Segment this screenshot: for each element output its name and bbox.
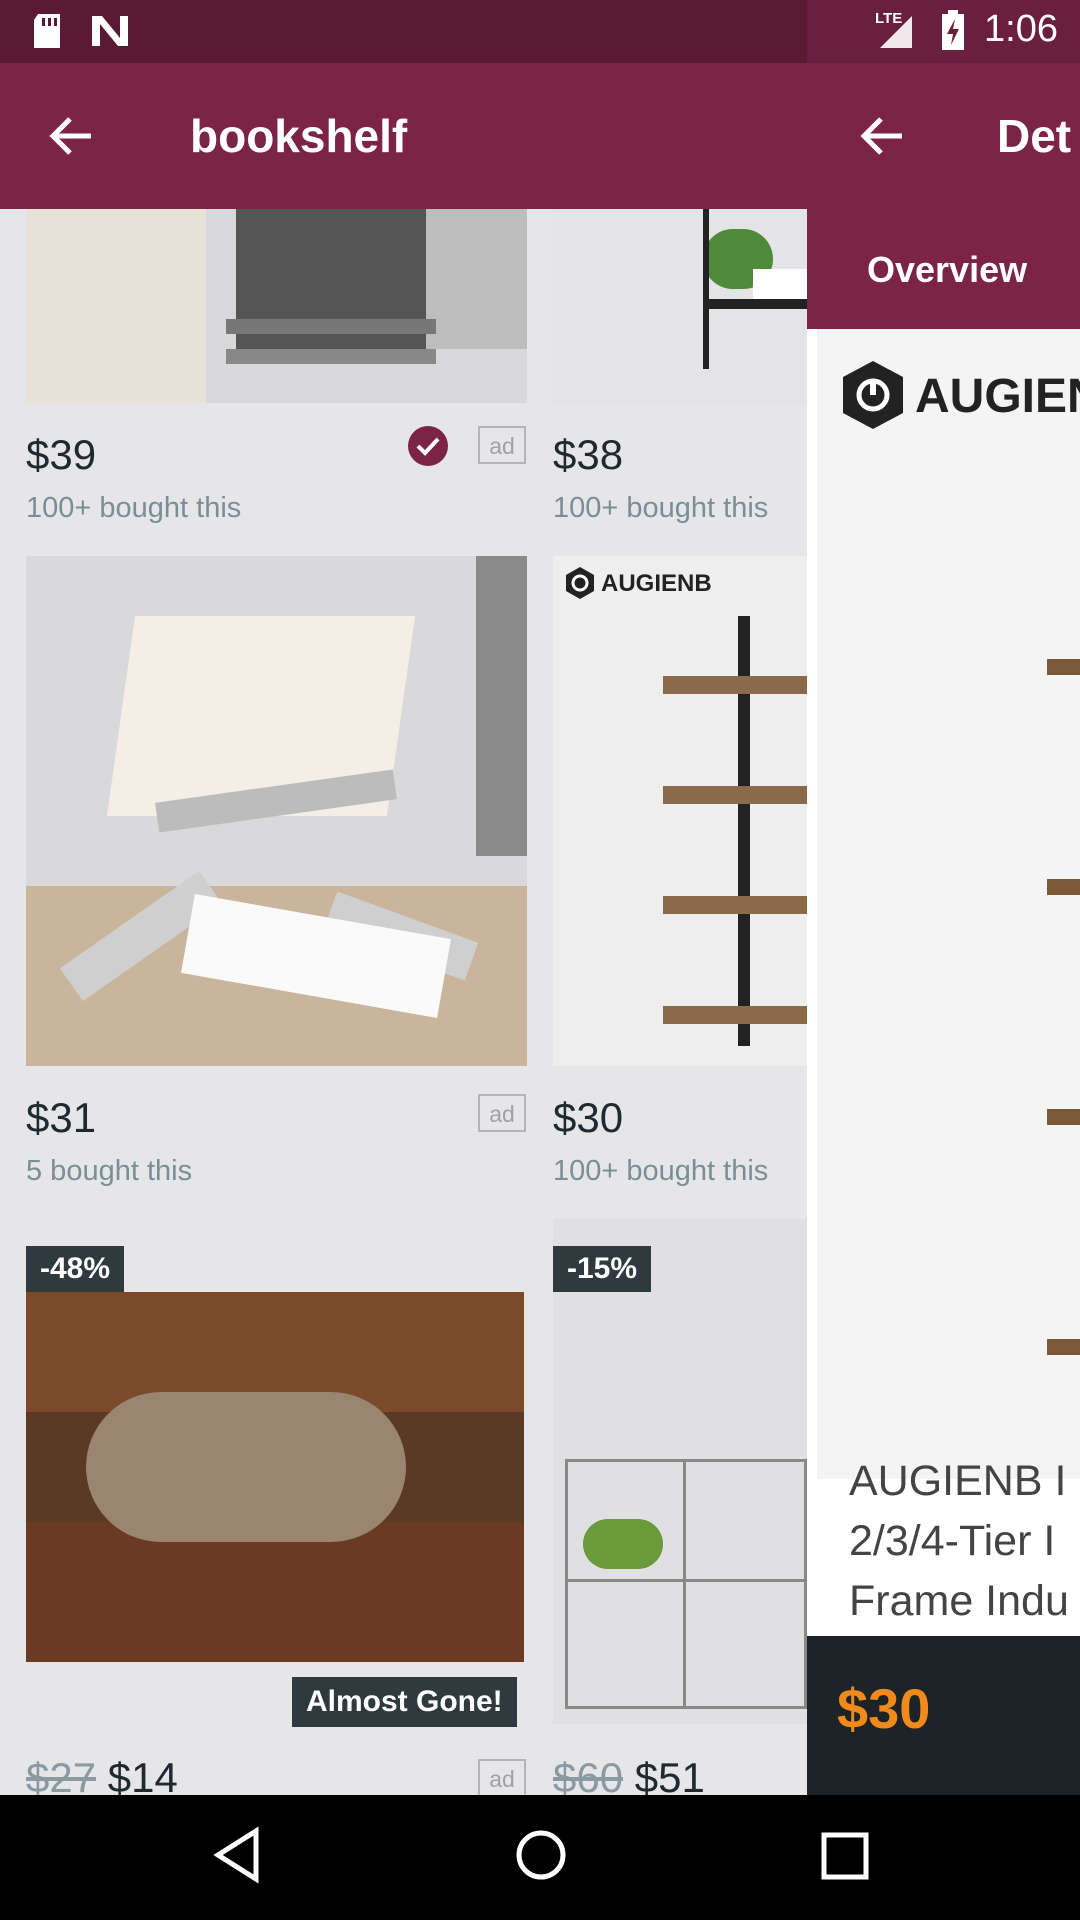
verified-badge-icon [408,426,448,466]
product-price: $39 [26,431,97,478]
detail-title: Det [997,110,1072,162]
product-price: $31 [26,1094,97,1141]
description-line-1: AUGIENB I [849,1457,1067,1505]
ad-tag: ad [478,1094,526,1132]
description-line-2: 2/3/4-Tier I [849,1517,1056,1565]
product-image[interactable] [26,209,527,403]
product-image[interactable] [553,1219,807,1724]
brand-logo-icon [843,361,903,429]
almost-gone-badge: Almost Gone! [292,1677,517,1727]
back-arrow-icon[interactable] [46,111,96,161]
brand-label: AUGIENB [601,570,712,597]
app-bar: bookshelf [0,63,807,209]
product-price: $30 [553,1094,624,1141]
product-price-row: $27 $14 [26,1754,178,1795]
nav-home-icon[interactable] [514,1825,568,1885]
detail-back-arrow-icon[interactable] [857,111,907,161]
battery-charging-icon [942,10,964,50]
augienb-logo-icon [566,567,594,599]
notification-n-icon [92,16,128,46]
detail-price: $30 [837,1677,931,1740]
discount-badge: -15% [553,1246,652,1292]
sd-card-icon [34,14,60,48]
detail-app-bar: Det [807,63,1080,209]
detail-price-bar: $30 [807,1636,1080,1795]
brand-name: AUGIEN [915,370,1080,423]
ad-tag: ad [478,1759,526,1795]
old-price: $27 [26,1754,97,1795]
product-grid[interactable]: $39 ad 100+ bought this $38 100+ bought … [0,209,807,1795]
discount-badge: -48% [26,1246,125,1292]
bought-count: 100+ bought this [553,492,769,524]
product-image[interactable] [553,209,807,403]
signal-icon [880,16,912,48]
product-image[interactable] [26,1292,524,1662]
old-price: $60 [553,1754,624,1795]
system-nav-bar [0,1795,1080,1920]
nav-back-icon[interactable] [210,1825,262,1885]
product-price: $38 [553,431,624,478]
tab-overview[interactable]: Overview [867,249,1027,291]
nav-recents-icon[interactable] [820,1825,870,1885]
detail-panel[interactable]: Det Overview AUGIEN AUGIENB I 2/3/4-Tier… [807,63,1080,1795]
bought-count: 100+ bought this [553,1155,769,1187]
bought-count: 100+ bought this [26,492,242,524]
product-price: $51 [634,1754,705,1795]
ad-tag: ad [478,426,526,464]
product-price: $14 [107,1754,178,1795]
product-image[interactable]: AUGIENB [553,556,807,1066]
detail-product-image[interactable] [817,329,1080,1479]
product-image[interactable] [26,556,527,1066]
product-price-row: $60 $51 [553,1754,705,1795]
bought-count: 5 bought this [26,1155,193,1187]
clock: 1:06 [984,8,1058,50]
status-bar: LTE 1:06 [0,0,1080,63]
page-title: bookshelf [190,110,408,162]
description-line-3: Frame Indu [849,1577,1069,1625]
detail-tabs: Overview [807,209,1080,329]
